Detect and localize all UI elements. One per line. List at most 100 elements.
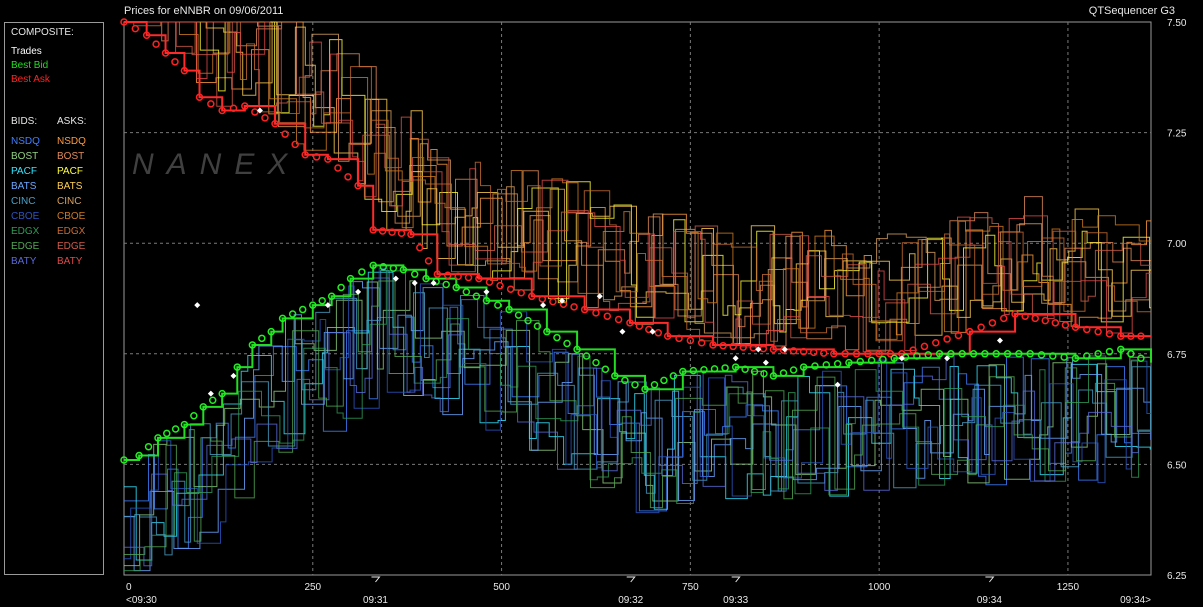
trade-point: [762, 359, 769, 366]
best-bid-point: [553, 333, 561, 342]
best-bid-point: [494, 301, 502, 309]
best-ask-point: [1094, 327, 1102, 336]
best-ask-point: [592, 309, 600, 317]
trade-point: [834, 381, 841, 388]
best-ask-point: [485, 278, 494, 286]
bid-quote-steps: [124, 270, 1151, 572]
best-bid-point: [298, 305, 307, 314]
best-ask-point: [424, 257, 433, 265]
best-ask-point: [603, 312, 612, 320]
best-bid-point: [601, 365, 610, 374]
best-ask-point: [171, 58, 179, 66]
best-ask-point: [1061, 321, 1070, 329]
best-bid-point: [669, 372, 678, 380]
best-bid-point: [592, 358, 600, 367]
bid-quote-steps: [124, 267, 1151, 560]
best-bid-point: [1060, 353, 1068, 361]
bid-quote-steps: [124, 277, 1152, 567]
x-tick-label: 250: [304, 582, 321, 593]
best-bid-point: [621, 376, 629, 385]
x-tick-label: 1250: [1057, 582, 1080, 593]
time-label: 09:31: [363, 595, 388, 606]
exchange-quote-steps: [124, 21, 1152, 572]
best-ask-point: [920, 342, 929, 351]
watermark: NANEX: [132, 148, 300, 181]
best-ask-point: [1051, 319, 1060, 327]
time-label: 09:34: [977, 595, 1002, 606]
best-ask-point: [1031, 314, 1039, 323]
y-tick-label: 7.00: [1167, 239, 1187, 250]
best-bid-point: [171, 425, 180, 433]
best-ask-point: [1041, 316, 1050, 325]
best-bid-point: [1137, 354, 1145, 362]
time-label: 09:33: [723, 595, 748, 606]
y-tick-label: 7.25: [1167, 129, 1187, 140]
y-tick-label: 6.75: [1167, 350, 1187, 361]
bid-quote-steps: [124, 281, 1151, 572]
trade-point: [996, 337, 1003, 344]
x-tick-label: 500: [493, 582, 510, 593]
best-bid-point: [337, 283, 345, 292]
best-ask-point: [943, 335, 951, 343]
time-label: 09:34>: [1120, 595, 1151, 606]
trade-point: [596, 293, 603, 300]
best-ask-point: [152, 40, 160, 48]
best-ask-point: [614, 315, 623, 324]
best-bid-point: [533, 322, 542, 330]
best-ask-point: [131, 24, 140, 33]
trade-point: [194, 302, 201, 309]
trade-point: [483, 288, 490, 295]
x-tick-label: 0: [126, 582, 132, 593]
time-marker: [985, 576, 995, 583]
best-ask-point: [251, 108, 259, 116]
x-tick-label: 1000: [868, 582, 891, 593]
best-bid-point: [721, 364, 729, 372]
best-bid-point: [789, 366, 798, 374]
trade-point: [732, 355, 739, 362]
x-tick-label: 750: [682, 582, 699, 593]
best-bid-point: [563, 339, 571, 348]
best-bid-point: [318, 296, 326, 305]
axis-labels: 7.50 7.25 7.00 6.75 6.50 6.25 0 250 500 750 1000 12…: [126, 18, 1187, 606]
y-tick-label: 6.25: [1167, 571, 1187, 582]
best-ask-point: [654, 329, 663, 337]
best-ask-point: [977, 323, 985, 332]
best-ask-point: [517, 288, 525, 297]
trade-point: [619, 328, 626, 335]
best-ask-point: [281, 130, 289, 138]
y-tick-label: 7.50: [1167, 18, 1187, 29]
best-ask-point: [397, 229, 406, 237]
best-bid-point: [144, 442, 153, 451]
trade-point: [230, 372, 237, 379]
best-bid-point: [660, 376, 668, 385]
best-ask-point: [932, 338, 940, 347]
best-ask-point: [820, 349, 828, 357]
best-ask-point: [549, 297, 557, 306]
trade-point: [540, 302, 547, 309]
bid-quote-steps: [124, 306, 1151, 549]
best-ask-point: [207, 100, 215, 108]
best-bid-point: [833, 360, 842, 368]
best-ask-point: [1105, 330, 1114, 338]
trade-point: [207, 390, 214, 397]
best-bid-point: [258, 334, 266, 343]
best-bid-point: [462, 288, 471, 296]
best-bid-point: [514, 311, 523, 319]
time-marker: [626, 576, 636, 583]
best-bid-point: [208, 396, 217, 405]
best-ask-point: [261, 114, 269, 122]
best-ask-point: [999, 314, 1008, 323]
best-bid-point: [442, 280, 450, 289]
price-chart: NANEX 7.50 7.25 7.00 6.75 6.50 6.25 0 250 500 750…: [120, 18, 1187, 606]
best-bid-point: [760, 369, 768, 378]
time-marker: [371, 576, 381, 583]
best-ask-point: [988, 319, 997, 327]
best-ask-point: [334, 164, 342, 172]
y-tick-label: 6.50: [1167, 460, 1187, 471]
time-marker: [731, 576, 741, 583]
time-label: 09:32: [618, 595, 643, 606]
best-ask-point: [570, 303, 578, 311]
best-bid-point: [879, 355, 887, 364]
best-ask-point: [496, 281, 504, 290]
best-bid-point: [163, 429, 171, 438]
